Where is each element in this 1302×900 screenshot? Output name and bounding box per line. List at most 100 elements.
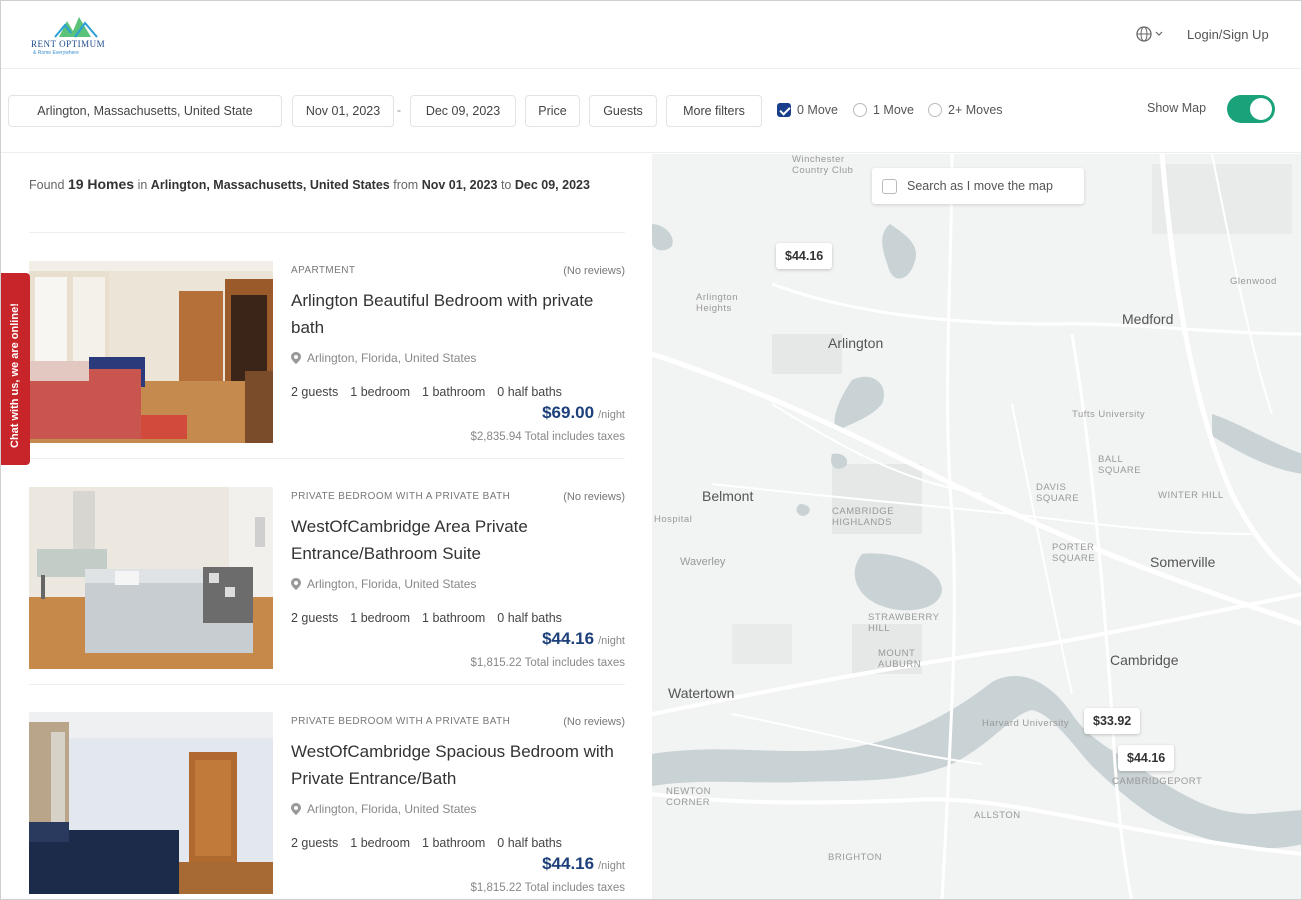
listing-reviews: (No reviews) [563, 491, 625, 503]
summary-text: Found [29, 178, 65, 192]
listing-location-text: Arlington, Florida, United States [307, 802, 477, 816]
listing-location: Arlington, Florida, United States [291, 351, 476, 365]
price-marker[interactable]: $44.16 [1118, 745, 1175, 771]
bathrooms-count: 1 bathroom [422, 836, 486, 850]
listing-card[interactable]: PRIVATE BEDROOM WITH A PRIVATE BATH (No … [29, 487, 625, 671]
move-option-label: 1 Move [873, 103, 914, 117]
checkbox-checked-icon[interactable] [777, 103, 791, 117]
guests-count: 2 guests [291, 611, 339, 625]
bedrooms-count: 1 bedroom [350, 385, 411, 399]
listing-photo[interactable] [29, 261, 273, 443]
map-canvas[interactable] [652, 154, 1302, 900]
listing-price: $44.16 /night [542, 854, 625, 874]
move-option-1[interactable]: 1 Move [853, 103, 914, 117]
listing-card[interactable]: APARTMENT (No reviews) Arlington Beautif… [29, 261, 625, 445]
map-label-glenwood: Glenwood [1230, 276, 1277, 287]
divider [29, 684, 625, 685]
date-from-input[interactable]: Nov 01, 2023 [292, 95, 394, 127]
listing-type: PRIVATE BEDROOM WITH A PRIVATE BATH [291, 491, 511, 502]
move-option-0[interactable]: 0 Move [777, 103, 838, 117]
language-selector[interactable] [1135, 25, 1169, 45]
guests-count: 2 guests [291, 836, 339, 850]
live-chat-tab[interactable]: Chat with us, we are online! [1, 273, 30, 465]
listing-card[interactable]: PRIVATE BEDROOM WITH A PRIVATE BATH (No … [29, 712, 625, 896]
price-filter-button[interactable]: Price [525, 95, 580, 127]
show-map-label: Show Map [1147, 101, 1207, 115]
listing-type: PRIVATE BEDROOM WITH A PRIVATE BATH [291, 716, 511, 727]
radio-icon[interactable] [928, 103, 942, 117]
listing-specs: 2 guests 1 bedroom 1 bathroom 0 half bat… [291, 385, 562, 399]
move-option-label: 2+ Moves [948, 103, 1003, 117]
listing-title[interactable]: WestOfCambridge Area Private Entrance/Ba… [291, 513, 625, 567]
location-pin-icon [291, 352, 301, 364]
map-label-davis-square: DAVIS SQUARE [1036, 482, 1080, 504]
guests-filter-button[interactable]: Guests [589, 95, 657, 127]
map-label-winter-hill: WINTER HILL [1158, 490, 1224, 501]
listing-title[interactable]: Arlington Beautiful Bedroom with private… [291, 287, 625, 341]
map-label-waverley: Waverley [680, 556, 726, 568]
location-input[interactable]: Arlington, Massachusetts, United State [8, 95, 282, 127]
half-baths-count: 0 half baths [497, 385, 562, 399]
date-separator: - [397, 103, 401, 117]
radio-icon[interactable] [853, 103, 867, 117]
listing-total: $1,815.22 Total includes taxes [470, 657, 625, 669]
map-label-ball-square: BALL SQUARE [1098, 454, 1142, 476]
listing-title[interactable]: WestOfCambridge Spacious Bedroom with Pr… [291, 738, 625, 792]
listing-reviews: (No reviews) [563, 265, 625, 277]
move-option-2[interactable]: 2+ Moves [928, 103, 1003, 117]
listing-photo[interactable] [29, 487, 273, 669]
map-label-allston: ALLSTON [974, 810, 1021, 821]
chat-label: Chat with us, we are online! [9, 303, 21, 448]
divider [29, 458, 625, 459]
map-label-belmont: Belmont [702, 488, 754, 504]
bathrooms-count: 1 bathroom [422, 611, 486, 625]
guests-count: 2 guests [291, 385, 339, 399]
map-label-cambridge: Cambridge [1110, 652, 1179, 668]
results-summary: Found 19 Homes in Arlington, Massachuset… [29, 174, 619, 195]
map-label-watertown: Watertown [668, 685, 735, 701]
results-panel: Found 19 Homes in Arlington, Massachuset… [1, 154, 652, 899]
bathrooms-count: 1 bathroom [422, 385, 486, 399]
date-to-input[interactable]: Dec 09, 2023 [410, 95, 516, 127]
map-label-winchester: Winchester Country Club [792, 154, 854, 176]
map-label-tufts: Tufts University [1072, 409, 1146, 420]
listing-location: Arlington, Florida, United States [291, 577, 476, 591]
move-option-label: 0 Move [797, 103, 838, 117]
filter-bar: Arlington, Massachusetts, United State N… [1, 69, 1301, 153]
price-unit: /night [598, 635, 625, 647]
logo-name: RENT OPTIMUM [31, 39, 106, 49]
map-label-hospital: Hospital [654, 514, 693, 525]
search-as-move-control[interactable]: Search as I move the map [872, 168, 1084, 204]
price-marker[interactable]: $33.92 [1084, 708, 1141, 734]
listing-specs: 2 guests 1 bedroom 1 bathroom 0 half bat… [291, 611, 562, 625]
map-label-brighton: BRIGHTON [828, 852, 882, 863]
half-baths-count: 0 half baths [497, 836, 562, 850]
map-label-arlington-heights: Arlington Heights [696, 292, 738, 314]
location-pin-icon [291, 803, 301, 815]
map-label-cambridge-highlands: CAMBRIDGE HIGHLANDS [832, 506, 895, 528]
map-label-arlington: Arlington [828, 335, 884, 351]
listing-total: $2,835.94 Total includes taxes [470, 431, 625, 443]
search-as-move-label: Search as I move the map [907, 179, 1053, 193]
map-panel[interactable]: Search as I move the map $44.16 $33.92 $… [652, 154, 1302, 900]
more-filters-button[interactable]: More filters [666, 95, 762, 127]
login-signup-link[interactable]: Login/Sign Up [1187, 27, 1269, 42]
listing-photo[interactable] [29, 712, 273, 894]
map-label-cambridgeport: CAMBRIDGEPORT [1112, 776, 1203, 787]
price-unit: /night [598, 409, 625, 421]
bedrooms-count: 1 bedroom [350, 611, 411, 625]
divider [29, 232, 625, 233]
listing-location: Arlington, Florida, United States [291, 802, 476, 816]
listing-reviews: (No reviews) [563, 716, 625, 728]
price-marker[interactable]: $44.16 [776, 243, 833, 269]
results-count: 19 Homes [67, 176, 135, 192]
map-label-strawberry-hill: STRAWBERRY HILL [868, 612, 940, 634]
summary-location: Arlington, Massachusetts, United States [150, 178, 390, 192]
map-label-mount-auburn: MOUNT AUBURN [878, 648, 922, 670]
price-amount: $69.00 [542, 403, 595, 422]
checkbox-icon[interactable] [882, 178, 897, 194]
show-map-toggle[interactable] [1227, 95, 1275, 123]
location-pin-icon [291, 578, 301, 590]
summary-text: from [393, 178, 419, 192]
listing-price: $69.00 /night [542, 403, 625, 423]
